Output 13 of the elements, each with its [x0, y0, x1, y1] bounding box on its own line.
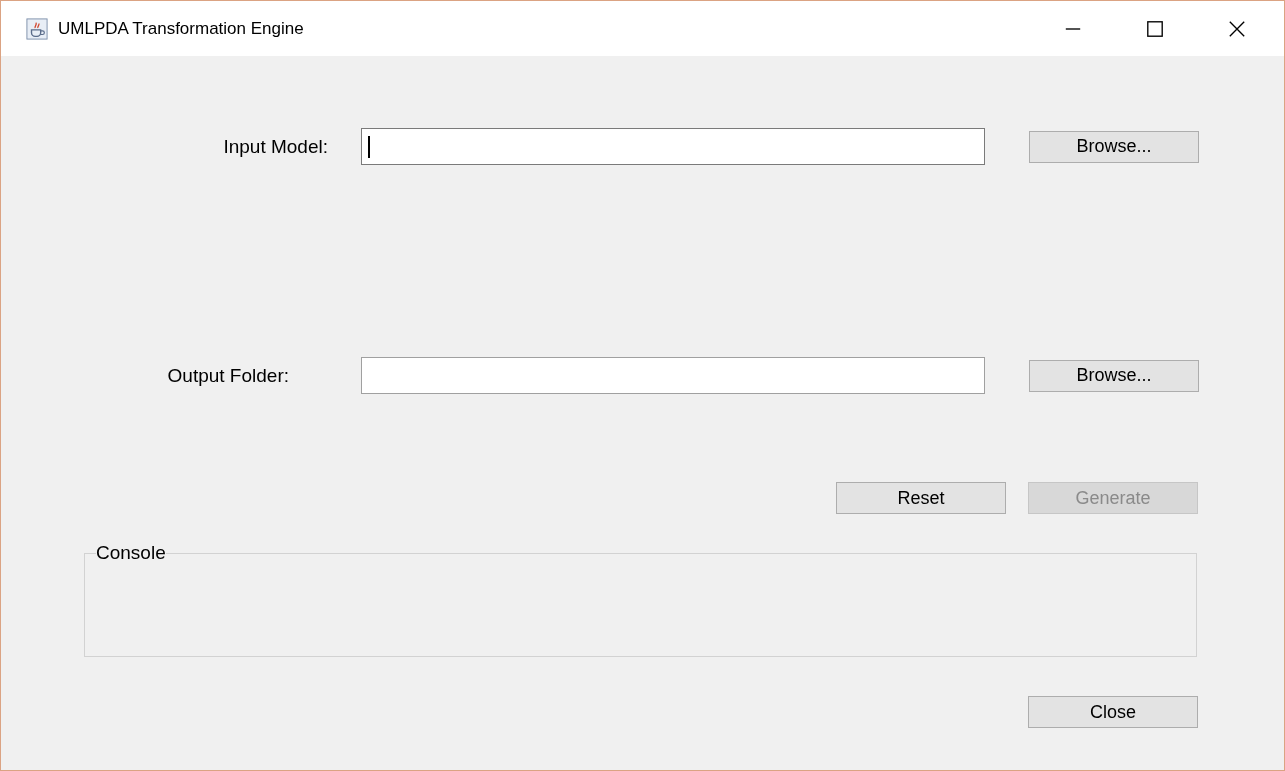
input-field[interactable]: [361, 128, 985, 165]
browse-button[interactable]: Browse...: [1029, 359, 1199, 392]
field-label: Input Model:: [222, 135, 328, 158]
window-title: UMLPDA Transformation Engine: [58, 18, 304, 39]
maximize-icon[interactable]: [1146, 19, 1164, 38]
close-icon[interactable]: [1228, 19, 1246, 38]
browse-button[interactable]: Browse...: [1029, 130, 1199, 163]
input-field[interactable]: [361, 357, 985, 394]
console-title: Console: [96, 542, 166, 564]
action-button[interactable]: Reset: [836, 482, 1006, 514]
close-button[interactable]: Close: [1028, 696, 1198, 728]
field-label: Output Folder:: [166, 364, 290, 387]
coffee-cup-icon: [26, 17, 48, 40]
